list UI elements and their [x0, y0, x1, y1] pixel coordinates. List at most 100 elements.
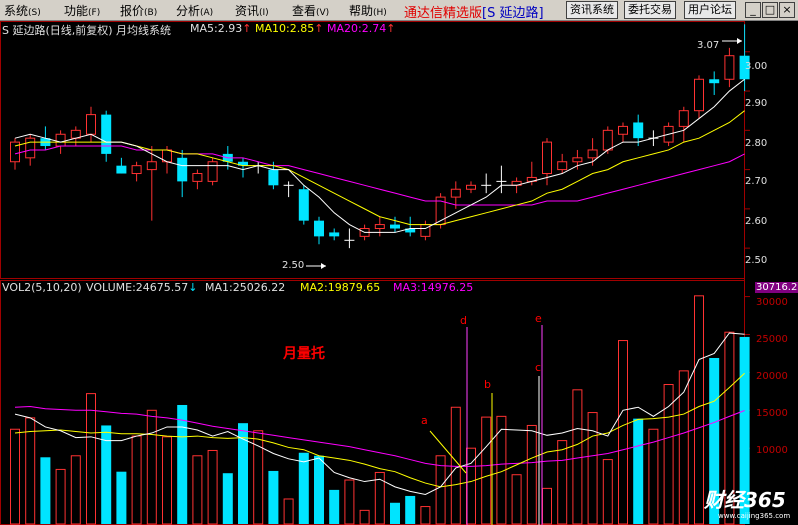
trade-button[interactable]: 委托交易 [624, 1, 676, 19]
volume-bar [542, 487, 552, 525]
candle-body [268, 169, 279, 186]
volume-axis-label: 20000 [756, 371, 788, 382]
volume-bar [557, 440, 568, 525]
volume-bar [405, 495, 416, 524]
volume-bar [162, 436, 172, 525]
annotation-a: a [421, 414, 428, 427]
price-panel-frame [0, 21, 745, 279]
volume-bar [344, 479, 355, 525]
candle-body [116, 165, 127, 174]
volume-axis-label: 10000 [756, 445, 788, 456]
candle-body [101, 114, 112, 154]
ma20-label: MA20:2.74↑ [327, 22, 396, 35]
vol-ma3-label: MA3:14976.25 [393, 281, 474, 294]
price-axis-label: 2.70 [745, 176, 768, 187]
candle-body [450, 188, 461, 198]
volume-bar [633, 418, 644, 524]
menu-system[interactable]: 系统(S) [4, 2, 41, 19]
volume-bar [222, 473, 233, 524]
candle-body [572, 157, 583, 163]
candle-body [329, 232, 340, 237]
volume-bar [450, 406, 461, 525]
candle-body [633, 122, 644, 139]
volume-bar [390, 502, 400, 524]
candle-body [25, 137, 36, 159]
price-ma-lines [14, 78, 745, 233]
ma5-label: MA5:2.93↑ [190, 22, 252, 35]
volume-bars [10, 295, 750, 525]
menu-bar: 系统(S) 功能(F) 报价(B) 分析(A) 资讯(I) 查看(V) 帮助(H… [0, 0, 798, 21]
candle-body [724, 55, 735, 80]
candle-body [557, 161, 568, 171]
app-title: 通达信精选版[S 延边路] [404, 6, 544, 21]
annotation-d: d [460, 314, 467, 327]
volume-bar [587, 412, 598, 525]
forum-button[interactable]: 用户论坛 [684, 1, 736, 19]
volume-panel-frame [0, 280, 745, 525]
menu-quote[interactable]: 报价(B) [120, 2, 157, 19]
volume-bar [420, 506, 431, 525]
candle-body [131, 165, 142, 175]
volume-axis-label: 30000 [756, 297, 788, 308]
candle-body [390, 224, 400, 229]
volume-bar [678, 370, 689, 525]
annotation-c: c [535, 361, 542, 374]
volume-caption: 月量托 [283, 346, 325, 362]
ma10-label: MA10:2.85↑ [255, 22, 324, 35]
volume-bar [146, 409, 157, 525]
candle-body [678, 110, 689, 127]
volume-bar [70, 455, 81, 525]
volume-bar [116, 471, 127, 524]
volume-bar [526, 424, 537, 525]
news-system-button[interactable]: 资讯系统 [566, 1, 618, 19]
candle-body [146, 161, 157, 171]
volume-bar [131, 435, 142, 525]
volume-bar [25, 417, 36, 525]
candle-body [192, 173, 203, 182]
volume-bar [648, 428, 659, 525]
volume-bar [192, 455, 203, 525]
annotation-b: b [484, 378, 491, 391]
ma20-line [14, 145, 745, 206]
volume-bar [329, 489, 340, 524]
candle-body [207, 161, 218, 182]
volume-bar [511, 474, 522, 525]
candle-body [542, 141, 552, 175]
volume-bar [298, 452, 309, 524]
volume-bar [10, 428, 20, 525]
menu-news[interactable]: 资讯(I) [235, 2, 269, 19]
menu-help[interactable]: 帮助(H) [349, 2, 387, 19]
volume-bar [268, 470, 279, 524]
menu-view[interactable]: 查看(V) [292, 2, 329, 19]
volume-bar [694, 295, 704, 525]
candle-body [177, 157, 188, 182]
price-panel-title: S 延边路(日线,前复权) 月均线系统 [2, 24, 172, 37]
volume-panel-title: VOL2(5,10,20) [2, 281, 82, 294]
volume-bar [55, 468, 66, 525]
low-price-marker: 2.50 [282, 260, 305, 271]
menu-analysis[interactable]: 分析(A) [176, 2, 213, 19]
high-price-marker: 3.07 [697, 40, 720, 51]
price-axis-label: 3.00 [745, 61, 768, 72]
restore-icon[interactable]: □ [762, 2, 778, 18]
candle-body [374, 224, 385, 230]
volume-label: VOLUME:24675.57↓ [86, 281, 198, 294]
price-axis-label: 2.80 [745, 138, 768, 149]
volume-bar [602, 459, 613, 525]
minimize-icon[interactable]: _ [745, 2, 761, 18]
volume-bar [359, 509, 370, 525]
candle-body [314, 220, 324, 237]
stock-chart[interactable] [0, 21, 798, 525]
candle-body [466, 184, 476, 190]
close-icon[interactable]: × [779, 2, 795, 18]
volume-bar [663, 384, 674, 525]
price-axis-label: 2.50 [745, 255, 768, 266]
menu-function[interactable]: 功能(F) [64, 2, 100, 19]
candle-body [709, 79, 720, 84]
candlesticks [10, 24, 750, 249]
volume-bar [86, 393, 96, 525]
volume-bar [40, 457, 51, 524]
volume-bar [481, 416, 492, 525]
watermark-url: www.caijing365.com [718, 512, 791, 520]
volume-bar [207, 449, 218, 525]
